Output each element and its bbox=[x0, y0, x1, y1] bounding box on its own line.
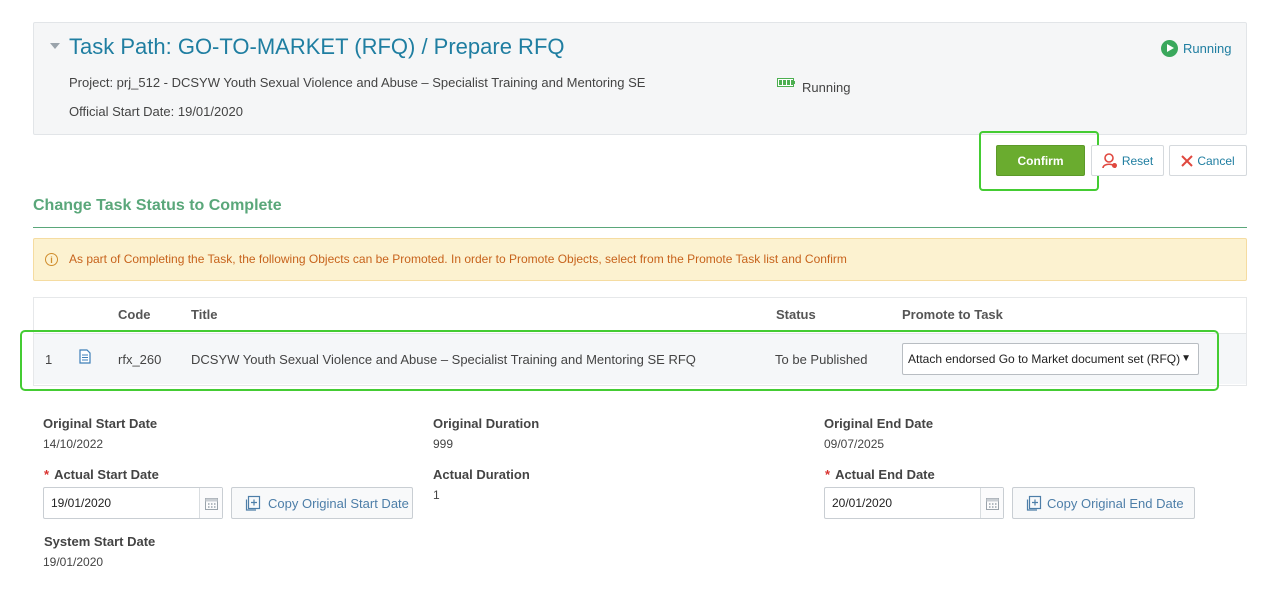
info-circle-icon: i bbox=[45, 253, 58, 266]
close-icon bbox=[1181, 154, 1194, 167]
actual-duration-value: 1 bbox=[433, 488, 440, 502]
copy-original-start-label: Copy Original Start Date bbox=[268, 495, 409, 511]
copy-original-end-label: Copy Original End Date bbox=[1047, 495, 1184, 511]
confirm-button[interactable]: Confirm bbox=[996, 145, 1085, 176]
play-circle-icon bbox=[1161, 40, 1178, 57]
section-title: Change Task Status to Complete bbox=[33, 197, 282, 214]
system-start-value: 19/01/2020 bbox=[43, 555, 104, 569]
official-start-date: Official Start Date: 19/01/2020 bbox=[69, 104, 243, 119]
column-header-code[interactable]: Code bbox=[118, 307, 151, 322]
warning-text: As part of Completing the Task, the foll… bbox=[69, 252, 847, 266]
cancel-label: Cancel bbox=[1197, 153, 1235, 168]
original-end-label: Original End Date bbox=[824, 416, 934, 431]
cancel-button[interactable]: Cancel bbox=[1169, 145, 1247, 176]
reset-button[interactable]: Reset bbox=[1091, 145, 1164, 176]
actual-end-input[interactable]: 20/01/2020 bbox=[824, 487, 1004, 519]
progress-battery-icon bbox=[777, 78, 795, 87]
original-duration-value: 999 bbox=[433, 437, 454, 451]
running-status-label: Running bbox=[1183, 41, 1232, 56]
actual-start-label: * Actual Start Date bbox=[44, 467, 159, 482]
actual-duration-label: Actual Duration bbox=[433, 467, 530, 482]
actual-start-value: 19/01/2020 bbox=[51, 496, 112, 510]
required-marker: * bbox=[825, 467, 831, 482]
calendar-icon[interactable] bbox=[199, 488, 222, 518]
copy-icon bbox=[1026, 495, 1042, 511]
collapse-caret-icon[interactable] bbox=[50, 43, 60, 49]
status-text: Running bbox=[802, 80, 851, 95]
column-header-title[interactable]: Title bbox=[191, 307, 218, 322]
system-start-label: System Start Date bbox=[44, 534, 156, 549]
running-status-badge: Running bbox=[1161, 40, 1231, 57]
calendar-icon[interactable] bbox=[980, 488, 1003, 518]
actual-end-value: 20/01/2020 bbox=[832, 496, 893, 510]
column-header-status[interactable]: Status bbox=[776, 307, 816, 322]
project-info: Project: prj_512 - DCSYW Youth Sexual Vi… bbox=[69, 75, 646, 90]
original-duration-label: Original Duration bbox=[433, 416, 540, 431]
actual-start-input[interactable]: 19/01/2020 bbox=[43, 487, 223, 519]
actual-end-label: * Actual End Date bbox=[825, 467, 935, 482]
required-marker: * bbox=[44, 467, 50, 482]
reset-label: Reset bbox=[1121, 153, 1154, 168]
copy-icon bbox=[245, 495, 261, 511]
section-divider bbox=[33, 227, 1247, 228]
reset-user-icon bbox=[1102, 152, 1117, 168]
copy-original-start-button[interactable]: Copy Original Start Date bbox=[231, 487, 413, 519]
page-title: Task Path: GO-TO-MARKET (RFQ) / Prepare … bbox=[69, 34, 565, 59]
original-start-value: 14/10/2022 bbox=[43, 437, 104, 451]
original-start-label: Original Start Date bbox=[43, 416, 158, 431]
original-end-value: 09/07/2025 bbox=[824, 437, 885, 451]
copy-original-end-button[interactable]: Copy Original End Date bbox=[1012, 487, 1195, 519]
column-header-promote[interactable]: Promote to Task bbox=[902, 307, 1003, 322]
row-highlight-box bbox=[20, 330, 1219, 391]
